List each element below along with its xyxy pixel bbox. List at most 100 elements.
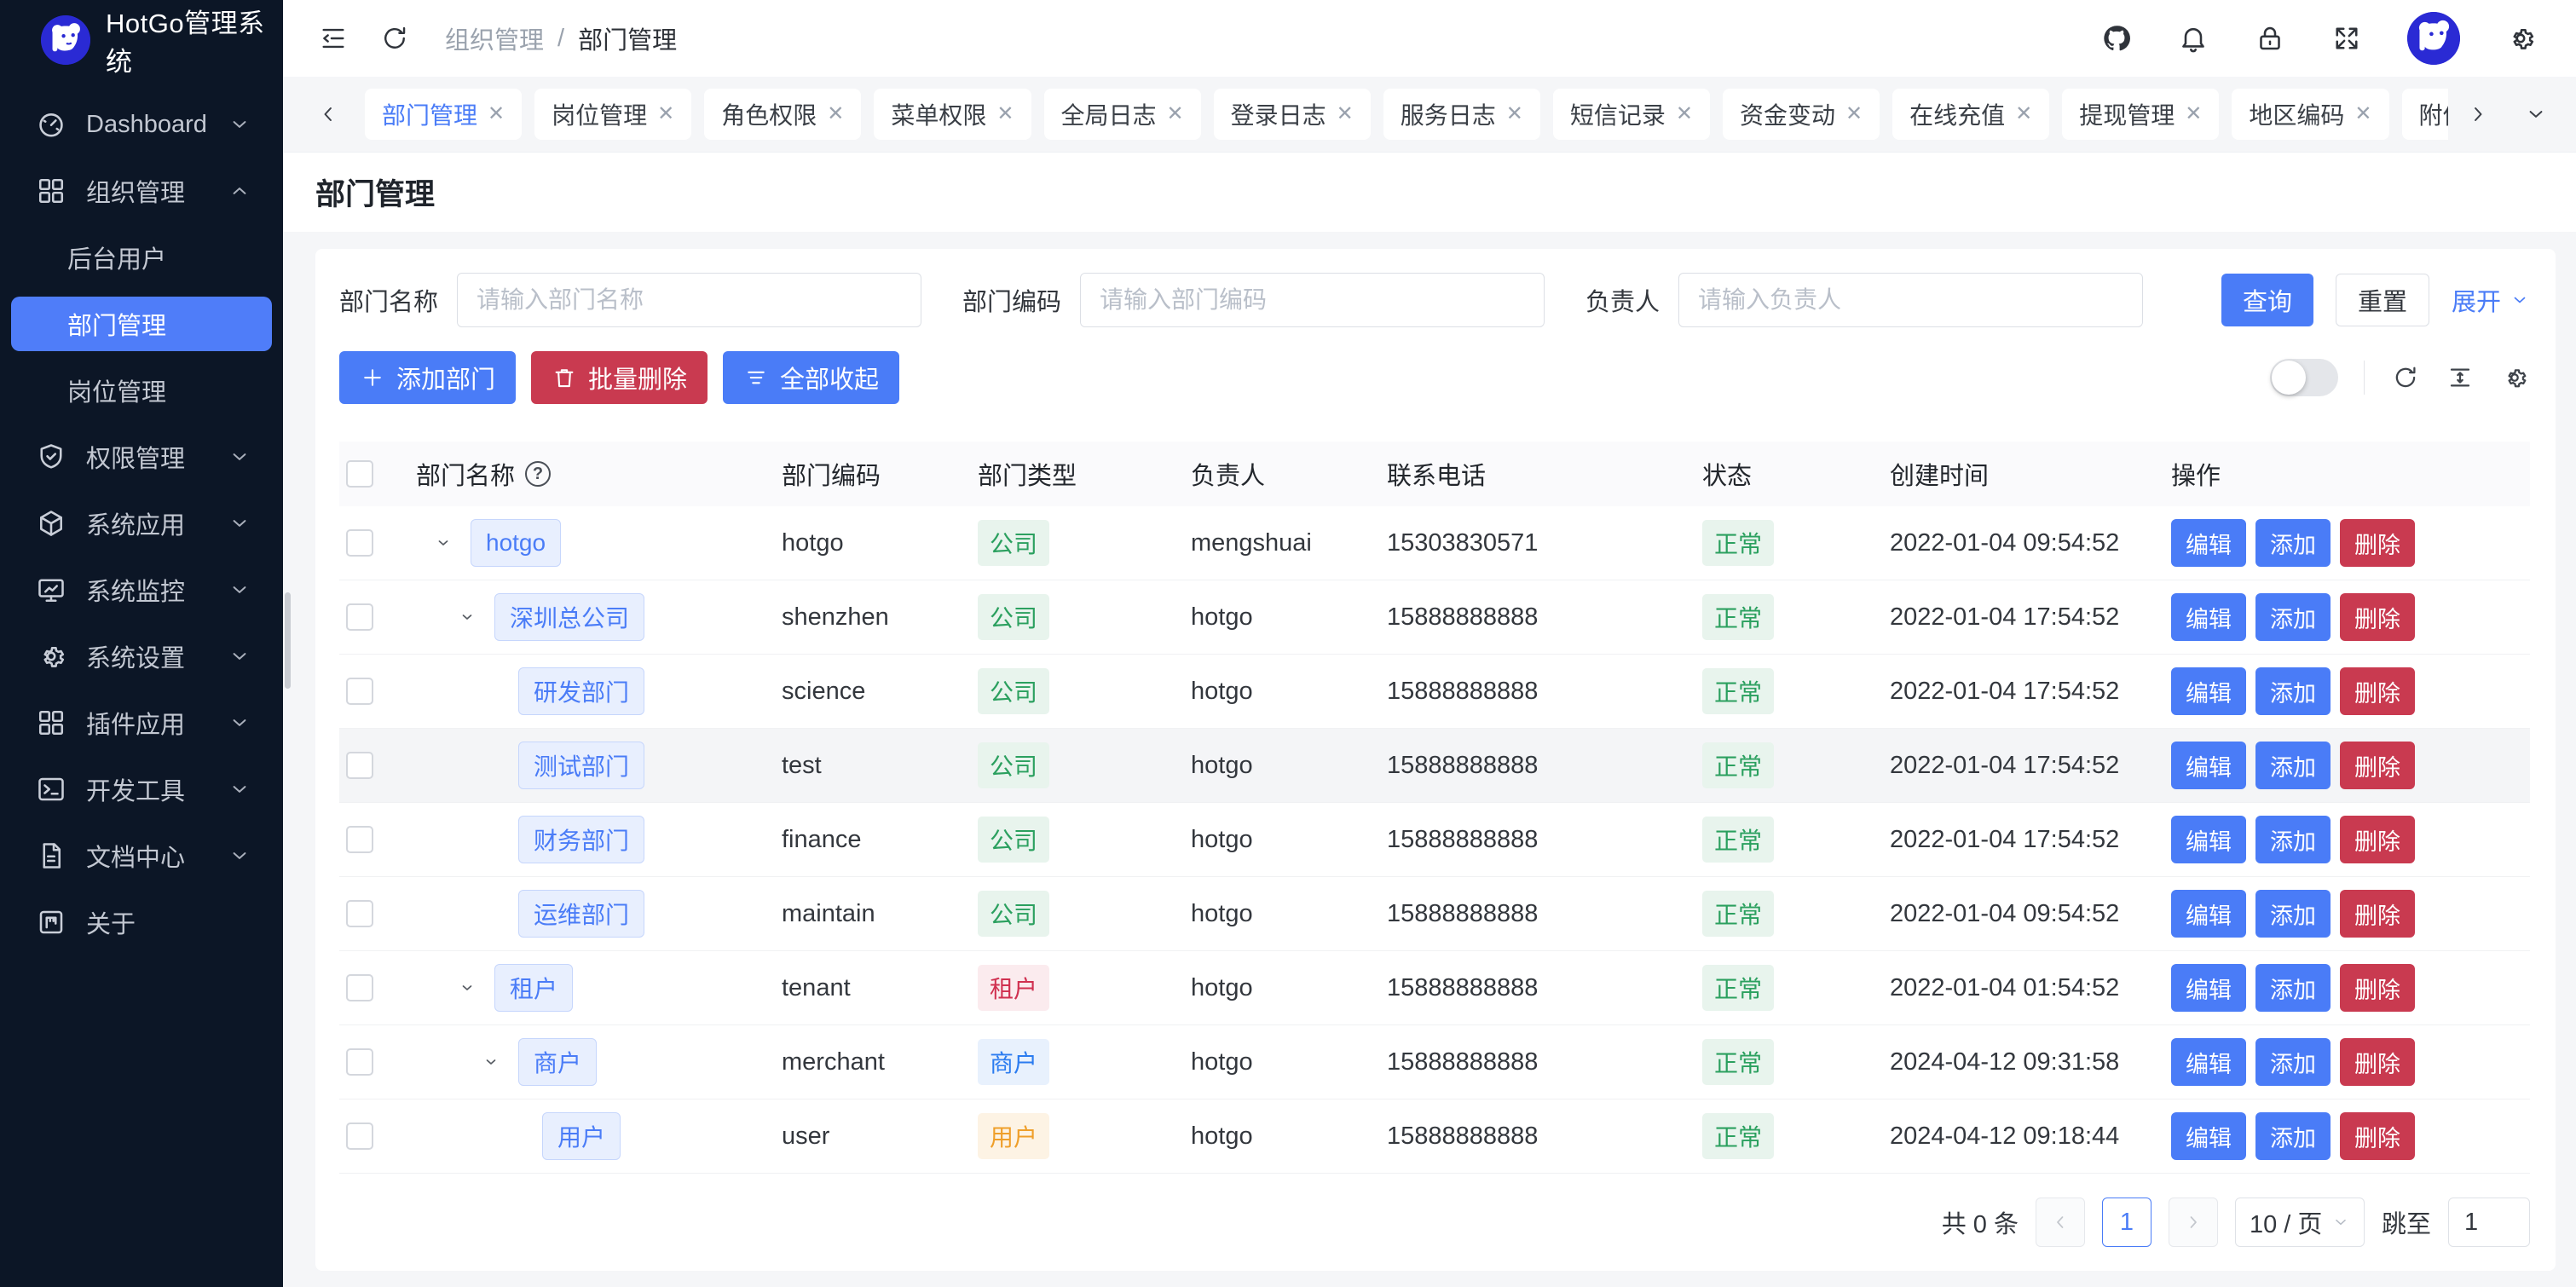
edit-button[interactable]: 编辑 [2171,964,2246,1012]
sidebar-item-about[interactable]: 关于 [11,895,272,949]
tab-角色权限[interactable]: 角色权限✕ [704,89,861,140]
add-button[interactable]: 添加 [2255,890,2331,938]
reset-button[interactable]: 重置 [2336,274,2429,326]
edit-button[interactable]: 编辑 [2171,519,2246,567]
github-icon[interactable] [2100,22,2133,55]
tab-地区编码[interactable]: 地区编码✕ [2232,89,2388,140]
close-icon[interactable]: ✕ [827,104,844,124]
tab-在线充值[interactable]: 在线充值✕ [1892,89,2049,140]
add-button[interactable]: 添加 [2255,519,2331,567]
close-icon[interactable]: ✕ [2185,104,2202,124]
sidebar-item-backend-users[interactable]: 后台用户 [11,230,272,285]
dept-name-tag[interactable]: 运维部门 [518,890,644,938]
add-button[interactable]: 添加 [2255,816,2331,863]
delete-button[interactable]: 删除 [2340,593,2415,641]
avatar[interactable] [2407,12,2460,65]
edit-button[interactable]: 编辑 [2171,593,2246,641]
delete-button[interactable]: 删除 [2340,1112,2415,1160]
close-icon[interactable]: ✕ [1506,104,1523,124]
tab-提现管理[interactable]: 提现管理✕ [2062,89,2219,140]
edit-button[interactable]: 编辑 [2171,1038,2246,1086]
delete-button[interactable]: 删除 [2340,1038,2415,1086]
prev-page-button[interactable] [2036,1198,2085,1247]
dept-name-tag[interactable]: 研发部门 [518,667,644,715]
dept-name-tag[interactable]: 深圳总公司 [494,593,644,641]
search-input-2[interactable] [1678,273,2143,327]
expand-caret-icon[interactable] [433,533,471,553]
row-checkbox[interactable] [346,603,373,631]
query-button[interactable]: 查询 [2221,274,2313,326]
striped-toggle[interactable] [2270,359,2338,396]
sidebar-item-dev-tools[interactable]: 开发工具 [11,762,272,817]
delete-button[interactable]: 删除 [2340,890,2415,938]
delete-button[interactable]: 删除 [2340,742,2415,789]
row-checkbox[interactable] [346,1048,373,1076]
delete-button[interactable]: 删除 [2340,519,2415,567]
dept-name-tag[interactable]: 租户 [494,964,573,1012]
tab-登录日志[interactable]: 登录日志✕ [1214,89,1371,140]
sidebar-item-sys-app[interactable]: 系统应用 [11,496,272,551]
close-icon[interactable]: ✕ [1676,104,1693,124]
search-input-1[interactable] [1080,273,1545,327]
close-icon[interactable]: ✕ [1167,104,1184,124]
tab-附件管理[interactable]: 附件管理✕ [2402,89,2449,140]
close-icon[interactable]: ✕ [657,104,674,124]
add-department-button[interactable]: 添加部门 [339,351,516,404]
add-button[interactable]: 添加 [2255,593,2331,641]
breadcrumb-parent[interactable]: 组织管理 [445,20,544,56]
sidebar-item-sys-setting[interactable]: 系统设置 [11,629,272,684]
row-checkbox[interactable] [346,900,373,927]
edit-button[interactable]: 编辑 [2171,742,2246,789]
dept-name-tag[interactable]: hotgo [471,519,561,567]
sidebar-item-plugin-app[interactable]: 插件应用 [11,695,272,750]
expand-caret-icon[interactable] [481,1052,518,1072]
help-icon[interactable]: ? [525,461,551,487]
expand-caret-icon[interactable] [457,978,494,998]
refresh-icon[interactable] [378,22,411,55]
next-page-button[interactable] [2169,1198,2218,1247]
tab-资金变动[interactable]: 资金变动✕ [1723,89,1880,140]
add-button[interactable]: 添加 [2255,742,2331,789]
row-checkbox[interactable] [346,1123,373,1150]
sidebar-item-post-manage[interactable]: 岗位管理 [11,363,272,418]
expand-caret-icon[interactable] [457,607,494,627]
dept-name-tag[interactable]: 用户 [542,1112,621,1160]
app-logo[interactable]: HotGo管理系统 [0,0,283,66]
add-button[interactable]: 添加 [2255,1112,2331,1160]
tabs-dropdown-icon[interactable] [2521,100,2550,129]
close-icon[interactable]: ✕ [1845,104,1863,124]
sidebar-item-doc-center[interactable]: 文档中心 [11,828,272,883]
scrollbar-thumb[interactable] [285,592,291,689]
dept-name-tag[interactable]: 测试部门 [518,742,644,789]
tab-岗位管理[interactable]: 岗位管理✕ [534,89,691,140]
row-checkbox[interactable] [346,752,373,779]
sidebar-item-sys-monitor[interactable]: 系统监控 [11,563,272,617]
batch-delete-button[interactable]: 批量删除 [531,351,708,404]
edit-button[interactable]: 编辑 [2171,1112,2246,1160]
edit-button[interactable]: 编辑 [2171,816,2246,863]
sidebar-item-dashboard[interactable]: Dashboard [11,97,272,152]
jump-page-input[interactable] [2448,1198,2530,1247]
current-page-button[interactable]: 1 [2102,1198,2151,1247]
delete-button[interactable]: 删除 [2340,816,2415,863]
close-icon[interactable]: ✕ [2354,104,2371,124]
table-refresh-icon[interactable] [2390,362,2421,393]
edit-button[interactable]: 编辑 [2171,890,2246,938]
close-icon[interactable]: ✕ [1337,104,1354,124]
add-button[interactable]: 添加 [2255,964,2331,1012]
page-size-select[interactable]: 10 / 页 [2235,1198,2365,1247]
dept-name-tag[interactable]: 商户 [518,1038,597,1086]
close-icon[interactable]: ✕ [2015,104,2032,124]
add-button[interactable]: 添加 [2255,1038,2331,1086]
sidebar-item-org[interactable]: 组织管理 [11,164,272,218]
tabs-scroll-right-icon[interactable] [2463,100,2492,129]
tab-菜单权限[interactable]: 菜单权限✕ [874,89,1031,140]
select-all-checkbox[interactable] [346,460,373,488]
tab-部门管理[interactable]: 部门管理✕ [365,89,522,140]
column-settings-icon[interactable] [2499,362,2530,393]
sidebar-item-perm[interactable]: 权限管理 [11,430,272,484]
collapse-all-button[interactable]: 全部收起 [723,351,899,404]
delete-button[interactable]: 删除 [2340,964,2415,1012]
row-checkbox[interactable] [346,826,373,853]
expand-toggle[interactable]: 展开 [2452,282,2530,318]
